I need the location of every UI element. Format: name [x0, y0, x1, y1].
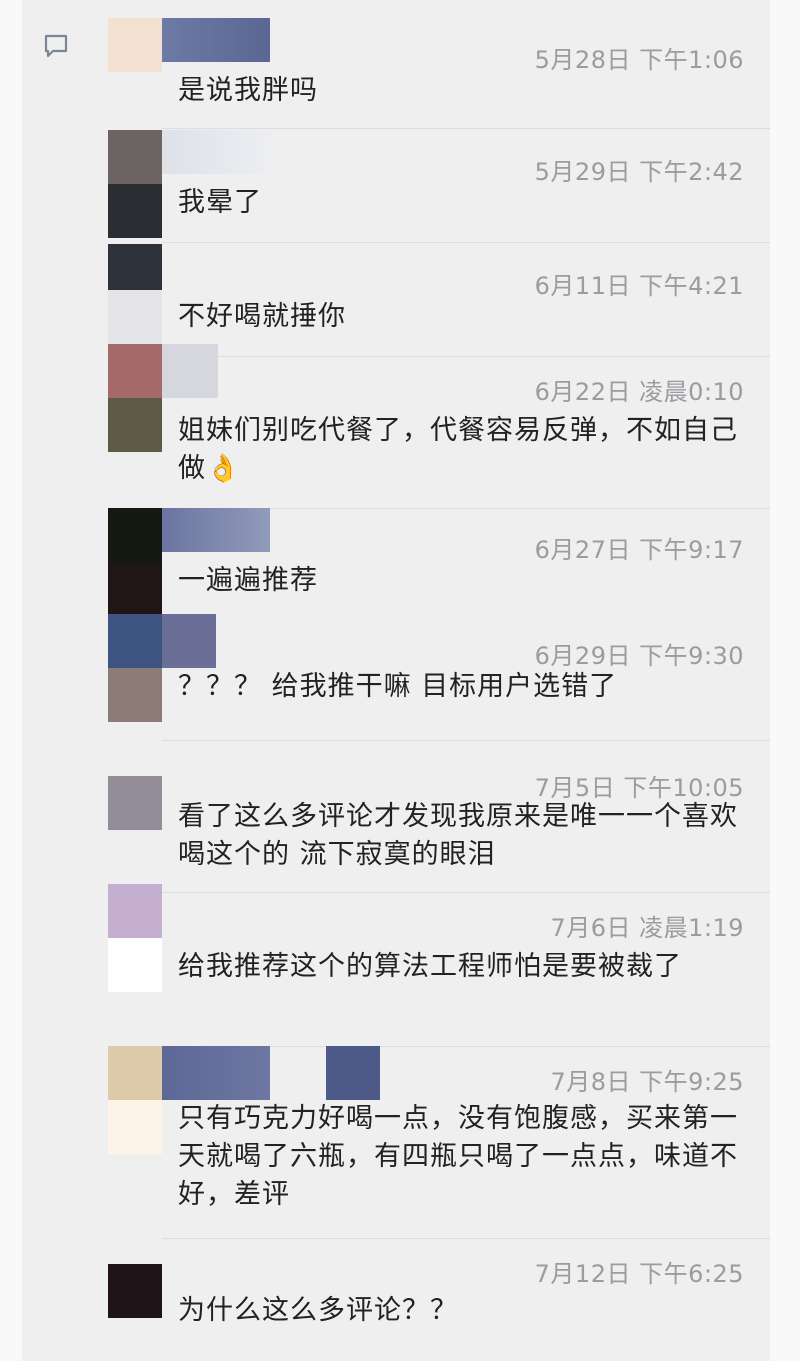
avatar-mosaic — [108, 184, 162, 238]
username-mosaic[interactable] — [162, 18, 270, 62]
timestamp: 7月6日 凌晨1:19 — [550, 914, 744, 942]
divider — [162, 1238, 770, 1239]
comment-item: 5月28日 下午1:06 是说我胖吗 — [108, 18, 748, 128]
avatar[interactable] — [108, 776, 162, 830]
timestamp: 5月29日 下午2:42 — [534, 158, 744, 186]
divider — [162, 242, 770, 243]
left-margin — [0, 0, 22, 1361]
timestamp: 7月12日 下午6:25 — [534, 1260, 744, 1288]
comment-item: 6月22日 凌晨0:10 姐妹们别吃代餐了，代餐容易反弹，不如自己做👌 — [108, 344, 748, 504]
comment-item: 6月29日 下午9:30 ？？？ 给我推干嘛 目标用户选错了 — [108, 614, 748, 724]
comment-text: 姐妹们别吃代餐了，代餐容易反弹，不如自己做👌 — [178, 412, 738, 488]
avatar[interactable] — [108, 130, 162, 184]
username-mosaic[interactable] — [162, 130, 270, 174]
username-mosaic-extra — [326, 1046, 380, 1100]
comment-item: 6月27日 下午9:17 一遍遍推荐 — [108, 508, 748, 614]
comment-item: 7月8日 下午9:25 只有巧克力好喝一点，没有饱腹感，买来第一天就喝了六瓶，有… — [108, 1046, 748, 1236]
comment-text: 给我推荐这个的算法工程师怕是要被裁了 — [178, 951, 682, 982]
avatar-mosaic — [108, 398, 162, 452]
comment-text: 我晕了 — [178, 187, 262, 218]
divider — [162, 128, 770, 129]
timestamp: 6月22日 凌晨0:10 — [534, 378, 744, 406]
avatar[interactable] — [108, 614, 162, 668]
comment-item: 6月11日 下午4:21 不好喝就捶你 — [108, 244, 748, 354]
avatar[interactable] — [108, 1046, 162, 1100]
avatar[interactable] — [108, 18, 162, 72]
avatar-mosaic — [108, 668, 162, 722]
avatar-mosaic — [108, 1100, 162, 1154]
comment-text: 一遍遍推荐 — [178, 565, 318, 596]
avatar-mosaic — [108, 562, 162, 614]
comment-text: 只有巧克力好喝一点，没有饱腹感，买来第一天就喝了六瓶，有四瓶只喝了一点点，味道不… — [178, 1103, 738, 1210]
comment-text-content: 姐妹们别吃代餐了，代餐容易反弹，不如自己做 — [178, 415, 738, 484]
username-mosaic[interactable] — [162, 614, 216, 668]
avatar[interactable] — [108, 1264, 162, 1318]
right-margin — [770, 0, 800, 1361]
divider — [162, 740, 770, 741]
comment-text: 不好喝就捶你 — [178, 301, 346, 332]
avatar[interactable] — [108, 344, 162, 398]
avatar[interactable] — [108, 508, 162, 562]
comment-item: 7月6日 凌晨1:19 给我推荐这个的算法工程师怕是要被裁了 — [108, 884, 748, 1044]
timestamp: 6月27日 下午9:17 — [534, 536, 744, 564]
timestamp: 6月29日 下午9:30 — [534, 642, 744, 670]
timestamp: 7月8日 下午9:25 — [550, 1068, 744, 1096]
username-mosaic[interactable] — [162, 1046, 270, 1100]
comment-icon[interactable] — [43, 33, 69, 59]
comment-item: 7月12日 下午6:25 为什么这么多评论？？ — [108, 1242, 748, 1352]
comment-item: 5月29日 下午2:42 我晕了 — [108, 130, 748, 240]
timestamp: 5月28日 下午1:06 — [534, 46, 744, 74]
comment-text: ？？？ 给我推干嘛 目标用户选错了 — [178, 671, 618, 702]
comment-text: 看了这么多评论才发现我原来是唯一一个喜欢喝这个的 流下寂寞的眼泪 — [178, 801, 738, 870]
avatar-mosaic — [108, 938, 162, 992]
avatar[interactable] — [108, 884, 162, 938]
avatar-mosaic — [108, 290, 162, 344]
comment-text: 是说我胖吗 — [178, 75, 318, 106]
username-mosaic[interactable] — [162, 508, 270, 552]
comment-text: 为什么这么多评论？？ — [178, 1295, 458, 1326]
ok-hand-emoji: 👌 — [206, 453, 241, 484]
timestamp: 6月11日 下午4:21 — [534, 272, 744, 300]
comment-item: 7月5日 下午10:05 看了这么多评论才发现我原来是唯一一个喜欢喝这个的 流下… — [108, 746, 748, 886]
username-mosaic[interactable] — [162, 344, 218, 398]
